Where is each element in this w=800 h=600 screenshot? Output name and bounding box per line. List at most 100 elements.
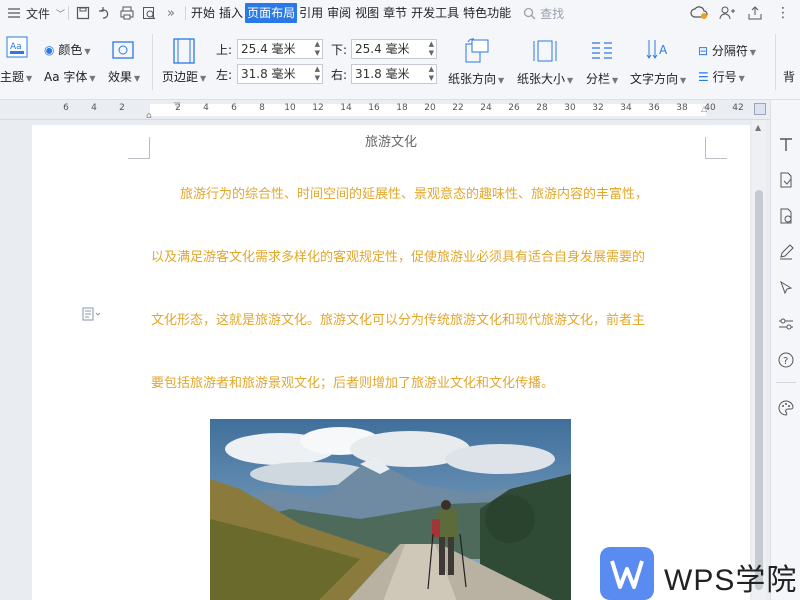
caret-down-icon: ▼ bbox=[680, 76, 687, 85]
ruler-label: 10 bbox=[284, 103, 296, 113]
font-button[interactable]: Aa 字体 ▼ bbox=[44, 68, 96, 85]
divider bbox=[68, 6, 70, 20]
effects-button[interactable] bbox=[112, 40, 134, 63]
theme-button[interactable]: Aa bbox=[6, 36, 28, 61]
page-header[interactable]: 旅游文化 bbox=[32, 131, 750, 150]
ruler-label: 22 bbox=[452, 103, 464, 113]
orientation-label[interactable]: 纸张方向 ▼ bbox=[448, 70, 504, 87]
svg-text:A: A bbox=[659, 43, 668, 57]
share-icon[interactable] bbox=[744, 2, 766, 24]
document-page[interactable]: 旅游文化 旅游行为的综合性、时间空间的延展性、景观意态的趣味性、旅游内容的丰富性… bbox=[32, 125, 750, 600]
right-indent-marker[interactable]: △ bbox=[701, 104, 707, 113]
effects-label[interactable]: 效果 ▼ bbox=[108, 68, 140, 85]
text-direction-label[interactable]: 文字方向 ▼ bbox=[630, 70, 686, 87]
hamburger-icon[interactable] bbox=[3, 2, 25, 24]
ruler-label: 8 bbox=[259, 103, 265, 113]
cursor-select-icon[interactable] bbox=[778, 280, 794, 296]
ruler-label: 38 bbox=[676, 103, 688, 113]
caret-down-icon: ▼ bbox=[612, 76, 619, 85]
line-number-button[interactable]: ☰ 行号 ▼ bbox=[698, 68, 745, 85]
horizontal-ruler[interactable]: 6 4 2 2 4 6 8 10 12 14 16 18 20 22 24 26… bbox=[0, 100, 770, 121]
effects-icon bbox=[112, 41, 134, 59]
ruler-label: 32 bbox=[592, 103, 604, 113]
margins-label[interactable]: 页边距 ▼ bbox=[162, 68, 206, 85]
ruler-toggle-icon[interactable] bbox=[754, 103, 766, 115]
vertical-scrollbar[interactable]: ▲ bbox=[752, 120, 766, 600]
background-button[interactable]: 背 bbox=[783, 68, 795, 85]
print-icon[interactable] bbox=[116, 2, 138, 24]
undo-redo-icon[interactable] bbox=[94, 2, 116, 24]
scroll-up-icon[interactable]: ▲ bbox=[755, 123, 761, 132]
search-icon bbox=[524, 7, 536, 19]
tab-developer[interactable]: 开发工具 bbox=[409, 3, 461, 23]
file-menu[interactable]: 文件 bbox=[26, 5, 50, 22]
document-edit-icon[interactable] bbox=[778, 172, 794, 188]
left-margin-input[interactable]: 31.8 毫米 ▲ ▼ bbox=[237, 64, 323, 84]
add-user-icon[interactable] bbox=[716, 2, 738, 24]
ruler-label: 14 bbox=[340, 103, 352, 113]
document-settings-icon[interactable] bbox=[778, 208, 794, 224]
palette-icon[interactable] bbox=[778, 400, 794, 416]
svg-text:Aa: Aa bbox=[10, 42, 22, 52]
columns-button[interactable] bbox=[590, 40, 614, 65]
theme-label[interactable]: 主题 ▼ bbox=[0, 68, 32, 85]
text-direction-button[interactable]: A bbox=[645, 38, 671, 67]
more-commands-icon[interactable]: » bbox=[160, 2, 182, 24]
adjust-sliders-icon[interactable] bbox=[778, 316, 794, 332]
tab-insert[interactable]: 插入 bbox=[217, 3, 245, 23]
tab-references[interactable]: 引用 bbox=[297, 3, 325, 23]
paper-size-label[interactable]: 纸张大小 ▼ bbox=[517, 70, 573, 87]
paragraph-options-icon[interactable] bbox=[82, 307, 101, 325]
paragraph-line[interactable]: 以及满足游客文化需求多样化的客观规定性，促使旅游业必须具有适合自身发展需要的 bbox=[151, 246, 645, 265]
paper-size-button[interactable] bbox=[532, 38, 558, 67]
color-button[interactable]: ◉ 颜色 ▼ bbox=[44, 41, 90, 58]
first-line-indent-marker[interactable]: ▽ bbox=[174, 100, 180, 109]
svg-text:?: ? bbox=[783, 356, 788, 367]
tab-view[interactable]: 视图 bbox=[353, 3, 381, 23]
separator-button[interactable]: ⊟ 分隔符 ▼ bbox=[698, 42, 756, 59]
top-margin-input[interactable]: 25.4 毫米 ▲ ▼ bbox=[237, 39, 323, 59]
paragraph-line[interactable]: 要包括旅游者和旅游景观文化；后者则增加了旅游业文化和文化传播。 bbox=[151, 372, 554, 391]
document-canvas[interactable]: 旅游文化 旅游行为的综合性、时间空间的延展性、景观意态的趣味性、旅游内容的丰富性… bbox=[0, 120, 770, 600]
search-placeholder: 查找 bbox=[540, 6, 565, 21]
caret-down-icon: ▼ bbox=[749, 48, 757, 57]
ruler-label: 2 bbox=[119, 103, 125, 113]
tab-special-features[interactable]: 特色功能 bbox=[461, 3, 513, 23]
cloud-sync-icon[interactable] bbox=[688, 2, 710, 24]
pen-icon[interactable] bbox=[778, 244, 794, 260]
scrollbar-thumb[interactable] bbox=[755, 190, 763, 590]
ruler-label: 26 bbox=[508, 103, 520, 113]
chevron-down-icon[interactable]: ﹀ bbox=[56, 7, 65, 20]
tab-review[interactable]: 审阅 bbox=[325, 3, 353, 23]
ruler-label: 28 bbox=[536, 103, 548, 113]
menu-bar: 文件 ﹀ » 开始 插入 页面布局 引用 审阅 视图 章节 开发工具 特色功能 … bbox=[0, 0, 800, 26]
columns-icon bbox=[592, 42, 612, 59]
caret-down-icon: ▼ bbox=[84, 47, 91, 56]
hiker-photo[interactable] bbox=[210, 419, 571, 600]
columns-label[interactable]: 分栏 ▼ bbox=[586, 70, 618, 87]
stepper-icon[interactable]: ▲ ▼ bbox=[429, 65, 434, 83]
paragraph-line[interactable]: 文化形态，这就是旅游文化。旅游文化可以分为传统旅游文化和现代旅游文化，前者主 bbox=[151, 309, 645, 328]
tab-section[interactable]: 章节 bbox=[381, 3, 409, 23]
top-margin-label: 上: bbox=[216, 43, 233, 57]
more-icon[interactable]: ⋮ bbox=[772, 2, 794, 24]
text-style-icon[interactable] bbox=[778, 136, 794, 152]
right-margin-input[interactable]: 31.8 毫米 ▲ ▼ bbox=[351, 64, 437, 84]
search-box[interactable]: 查找 bbox=[523, 5, 564, 22]
stepper-icon[interactable]: ▲ ▼ bbox=[315, 65, 320, 83]
ruler-label: 6 bbox=[63, 103, 69, 113]
margins-button[interactable] bbox=[172, 38, 196, 67]
stepper-icon[interactable]: ▲ ▼ bbox=[429, 40, 434, 58]
stepper-icon[interactable]: ▲ ▼ bbox=[315, 40, 320, 58]
print-preview-icon[interactable] bbox=[138, 2, 160, 24]
paragraph-line[interactable]: 旅游行为的综合性、时间空间的延展性、景观意态的趣味性、旅游内容的丰富性， bbox=[180, 183, 648, 202]
line-number-icon: ☰ bbox=[698, 70, 709, 84]
help-icon[interactable]: ? bbox=[778, 352, 794, 368]
bottom-margin-input[interactable]: 25.4 毫米 ▲ ▼ bbox=[351, 39, 437, 59]
tab-page-layout[interactable]: 页面布局 bbox=[245, 3, 298, 23]
ruler-label: 4 bbox=[91, 103, 97, 113]
ruler-label: 18 bbox=[396, 103, 408, 113]
save-icon[interactable] bbox=[72, 2, 94, 24]
orientation-button[interactable] bbox=[464, 38, 490, 67]
tab-home[interactable]: 开始 bbox=[189, 3, 217, 23]
